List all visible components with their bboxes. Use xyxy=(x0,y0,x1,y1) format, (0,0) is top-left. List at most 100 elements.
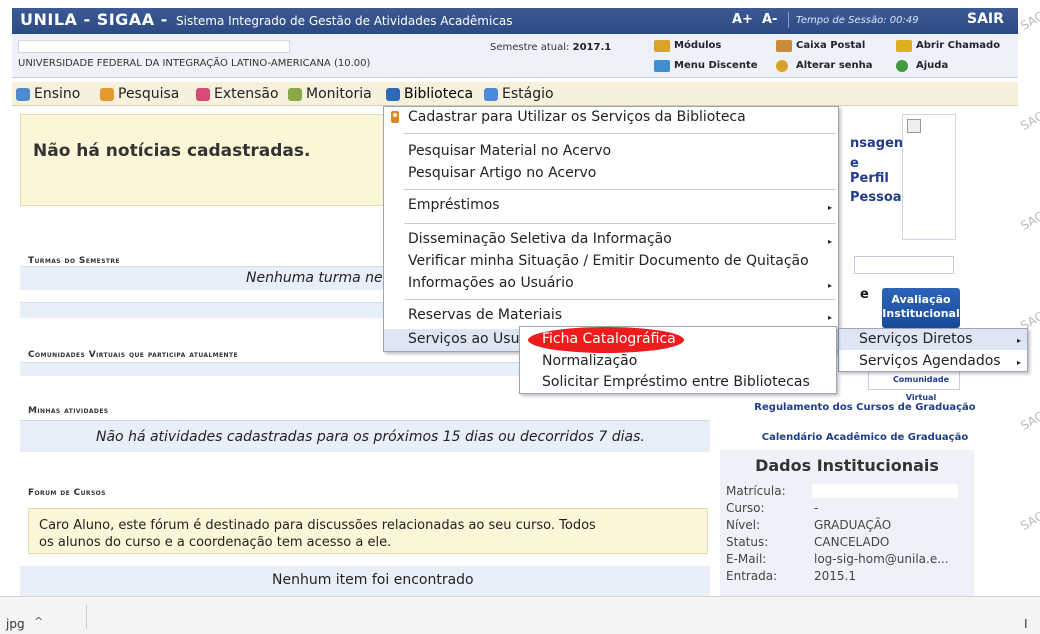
comunidade-virtual-banner[interactable]: Comunidade Virtual xyxy=(868,370,960,402)
modulos-link[interactable]: Módulos xyxy=(652,38,721,56)
submenu-arrow-icon: ▸ xyxy=(1017,358,1022,367)
student-menu-icon xyxy=(654,60,670,72)
calendario-link[interactable]: Calendário Acadêmico de Graduação xyxy=(712,432,1018,443)
dropdown-item-emprestimos[interactable]: Empréstimos xyxy=(408,197,500,213)
caixa-postal-link[interactable]: Caixa Postal xyxy=(774,38,865,56)
menu-extensao[interactable]: Extensão xyxy=(196,84,279,104)
submenu-item-normalizacao[interactable]: Normalização xyxy=(542,353,637,369)
ajuda-label: Ajuda xyxy=(916,60,949,71)
dados-title: Dados Institucionais xyxy=(755,456,939,475)
watermark-text: SAC xyxy=(1018,108,1040,134)
biblioteca-icon xyxy=(386,88,400,101)
submenu-arrow-icon: ▸ xyxy=(828,203,833,212)
dropdown-item-disseminacao[interactable]: Disseminação Seletiva da Informação xyxy=(408,231,672,247)
ensino-icon xyxy=(16,88,30,101)
dropdown-item-verificar-situacao[interactable]: Verificar minha Situação / Emitir Docume… xyxy=(408,253,809,269)
perfil-link[interactable]: e Perfil xyxy=(850,156,902,186)
submenu-item-servicos-agendados[interactable]: Serviços Agendados xyxy=(859,353,1001,369)
right-panel-letters: e xyxy=(860,287,869,302)
dropdown-item-informacoes[interactable]: Informações ao Usuário xyxy=(408,275,574,291)
menu-biblioteca[interactable]: Biblioteca xyxy=(386,84,473,104)
current-semester: Semestre atual: 2017.1 xyxy=(490,42,611,53)
servicos-usuario-submenu: Serviços Diretos ▸ Serviços Agendados ▸ xyxy=(838,328,1028,372)
font-decrease-button[interactable]: A- xyxy=(762,12,777,27)
menu-ensino-label: Ensino xyxy=(34,86,81,102)
dropdown-item-cadastrar[interactable]: Cadastrar para Utilizar os Serviços da B… xyxy=(408,109,746,125)
letter-e: e xyxy=(860,287,869,302)
header-divider xyxy=(788,12,789,28)
key-icon xyxy=(776,60,788,72)
chevron-up-icon[interactable]: ^ xyxy=(34,615,43,628)
avaliacao-institucional-banner[interactable]: Avaliação Institucional xyxy=(882,288,960,328)
user-name-field xyxy=(18,40,290,53)
forum-description: Caro Aluno, este fórum é destinado para … xyxy=(39,517,596,551)
university-name: UNIVERSIDADE FEDERAL DA INTEGRAÇÃO LATIN… xyxy=(18,58,371,69)
ticket-icon xyxy=(896,40,912,52)
avaliacao-line2: Institucional xyxy=(882,307,960,320)
menu-extensao-label: Extensão xyxy=(214,86,279,102)
dados-label: Status: xyxy=(726,535,769,549)
abrir-chamado-link[interactable]: Abrir Chamado xyxy=(894,38,1000,56)
menu-monitoria-label: Monitoria xyxy=(306,86,372,102)
forum-info-box: Caro Aluno, este fórum é destinado para … xyxy=(28,508,708,554)
submenu-item-ficha-catalografica[interactable]: Ficha Catalográfica xyxy=(542,331,676,347)
dropdown-item-pesquisar-artigo[interactable]: Pesquisar Artigo no Acervo xyxy=(408,165,596,181)
news-empty-message: Não há notícias cadastradas. xyxy=(33,141,311,161)
modules-icon xyxy=(654,40,670,52)
watermark-text: SAC xyxy=(1018,408,1040,434)
dados-value: 2015.1 xyxy=(814,569,856,583)
menu-biblioteca-label: Biblioteca xyxy=(404,86,474,102)
alterar-senha-link[interactable]: Alterar senha xyxy=(774,58,873,76)
menu-discente-link[interactable]: Menu Discente xyxy=(652,58,758,76)
watermark-text: SAC xyxy=(1018,508,1040,534)
semester-label: Semestre atual: xyxy=(490,42,570,53)
screen: SAC SAC SAC SAC SAC SAC UNILA - SIGAA - … xyxy=(0,0,1040,634)
menu-monitoria[interactable]: Monitoria xyxy=(288,84,372,104)
modulos-label: Módulos xyxy=(674,40,722,51)
pesquisa-icon xyxy=(100,88,114,101)
servicos-diretos-submenu: Ficha Catalográfica Normalização Solicit… xyxy=(519,326,837,394)
monitoria-icon xyxy=(288,88,302,101)
submenu-arrow-icon: ▸ xyxy=(828,281,833,290)
submenu-arrow-icon: ▸ xyxy=(1017,336,1022,345)
logout-button[interactable]: SAIR xyxy=(967,11,1004,27)
submenu-item-servicos-diretos[interactable]: Serviços Diretos xyxy=(859,331,973,347)
forum-description-line2: os alunos do curso e a coordenação tem a… xyxy=(39,535,392,550)
dropdown-item-reservas[interactable]: Reservas de Materiais xyxy=(408,307,562,323)
app-brand: UNILA - SIGAA - xyxy=(20,10,168,29)
dropdown-divider xyxy=(404,299,836,300)
atividades-section-title: Minhas atividades xyxy=(28,406,109,416)
extensao-icon xyxy=(196,88,210,101)
watermark-text: SAC xyxy=(1018,208,1040,234)
regulamento-link[interactable]: Regulamento dos Cursos de Graduação xyxy=(712,402,1018,413)
profile-photo xyxy=(902,114,956,240)
menu-ensino[interactable]: Ensino xyxy=(16,84,80,104)
atividades-row: Não há atividades cadastradas para os pr… xyxy=(20,420,710,452)
dropdown-divider xyxy=(404,133,836,134)
menu-pesquisa-label: Pesquisa xyxy=(118,86,180,102)
ajuda-link[interactable]: Ajuda xyxy=(894,58,948,76)
main-menu-bar: Ensino Pesquisa Extensão Monitoria Bibli… xyxy=(12,82,1018,106)
broken-image-icon xyxy=(907,119,921,133)
download-file-name[interactable]: jpg xyxy=(6,617,25,631)
dropdown-item-pesquisar-material[interactable]: Pesquisar Material no Acervo xyxy=(408,143,611,159)
download-bar-right-label[interactable]: I xyxy=(1024,617,1028,631)
dropdown-item-servicos-usuario[interactable]: Serviços ao Usu xyxy=(408,331,519,347)
dados-value: - xyxy=(814,501,819,515)
forum-empty-row: Nenhum item foi encontrado xyxy=(20,566,710,596)
header-bar: UNILA - SIGAA - Sistema Integrado de Ges… xyxy=(12,8,1018,34)
atividades-empty-message: Não há atividades cadastradas para os pr… xyxy=(96,429,645,445)
watermark-text: SAC xyxy=(1018,8,1040,34)
menu-pesquisa[interactable]: Pesquisa xyxy=(100,84,179,104)
comunidades-section-title: Comunidades Virtuais que participa atual… xyxy=(28,350,238,360)
menu-estagio[interactable]: Estágio xyxy=(484,84,554,104)
download-bar: jpg ^ I xyxy=(0,596,1040,634)
app-subtitle: Sistema Integrado de Gestão de Atividade… xyxy=(176,14,513,28)
submenu-item-solicitar-emprestimo[interactable]: Solicitar Empréstimo entre Bibliotecas xyxy=(542,374,810,390)
right-panel-field[interactable] xyxy=(854,256,954,274)
download-divider xyxy=(86,605,87,629)
turmas-section-title: Turmas do Semestre xyxy=(28,256,120,266)
font-increase-button[interactable]: A+ xyxy=(732,12,753,27)
dados-institucionais-panel: Dados Institucionais Matrícula: Curso: -… xyxy=(720,450,974,596)
watermark-strip: SAC SAC SAC SAC SAC SAC xyxy=(1018,0,1040,596)
